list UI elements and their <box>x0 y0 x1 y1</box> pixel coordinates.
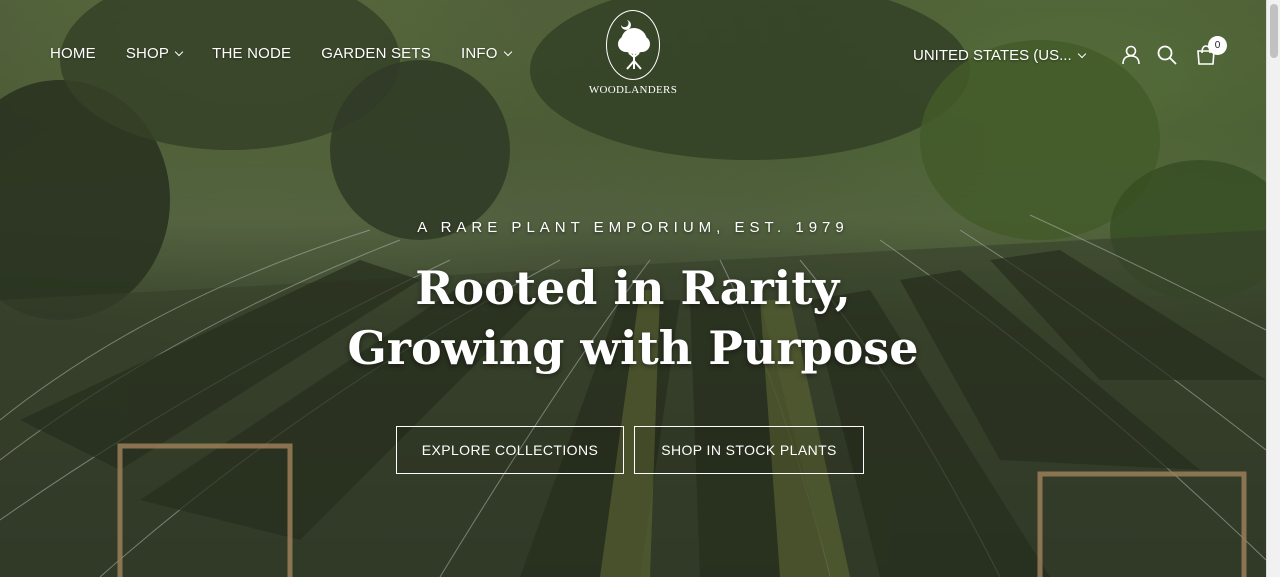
hero-eyebrow: A RARE PLANT EMPORIUM, EST. 1979 <box>417 219 849 236</box>
nav-garden-sets-label: GARDEN SETS <box>321 45 431 62</box>
hero-headline: Rooted in Rarity, Growing with Purpose <box>347 261 919 375</box>
shop-in-stock-plants-button[interactable]: SHOP IN STOCK PLANTS <box>634 426 864 474</box>
tree-logo-icon <box>606 10 660 80</box>
region-label: UNITED STATES (US... <box>913 47 1072 64</box>
hero-cta-group: EXPLORE COLLECTIONS SHOP IN STOCK PLANTS <box>396 426 864 474</box>
nav-home[interactable]: HOME <box>50 45 96 62</box>
nav-the-node[interactable]: THE NODE <box>212 45 291 62</box>
nav-home-label: HOME <box>50 45 96 62</box>
page-scrollbar[interactable] <box>1266 0 1280 577</box>
chevron-down-icon <box>1077 49 1086 59</box>
nav-shop[interactable]: SHOP <box>125 45 184 62</box>
site-logo[interactable]: WOODLANDERS <box>588 10 678 102</box>
cart-count-badge: 0 <box>1208 36 1227 55</box>
user-icon[interactable] <box>1120 44 1142 66</box>
main-nav: HOME SHOP THE NODE GARDEN SETS INFO <box>50 45 541 62</box>
site-header: HOME SHOP THE NODE GARDEN SETS INFO WOOD… <box>0 0 1266 110</box>
explore-collections-button[interactable]: EXPLORE COLLECTIONS <box>396 426 624 474</box>
chevron-down-icon <box>174 47 184 57</box>
chevron-down-icon <box>503 47 512 57</box>
nav-shop-label: SHOP <box>125 45 170 62</box>
region-selector[interactable]: UNITED STATES (US... <box>913 47 1086 64</box>
search-icon[interactable] <box>1156 44 1178 66</box>
nav-info[interactable]: INFO <box>460 45 512 62</box>
logo-wordmark: WOODLANDERS <box>588 84 678 96</box>
scrollbar-thumb[interactable] <box>1270 4 1278 58</box>
nav-the-node-label: THE NODE <box>212 45 292 62</box>
nav-garden-sets[interactable]: GARDEN SETS <box>321 45 431 62</box>
nav-info-label: INFO <box>460 45 498 62</box>
